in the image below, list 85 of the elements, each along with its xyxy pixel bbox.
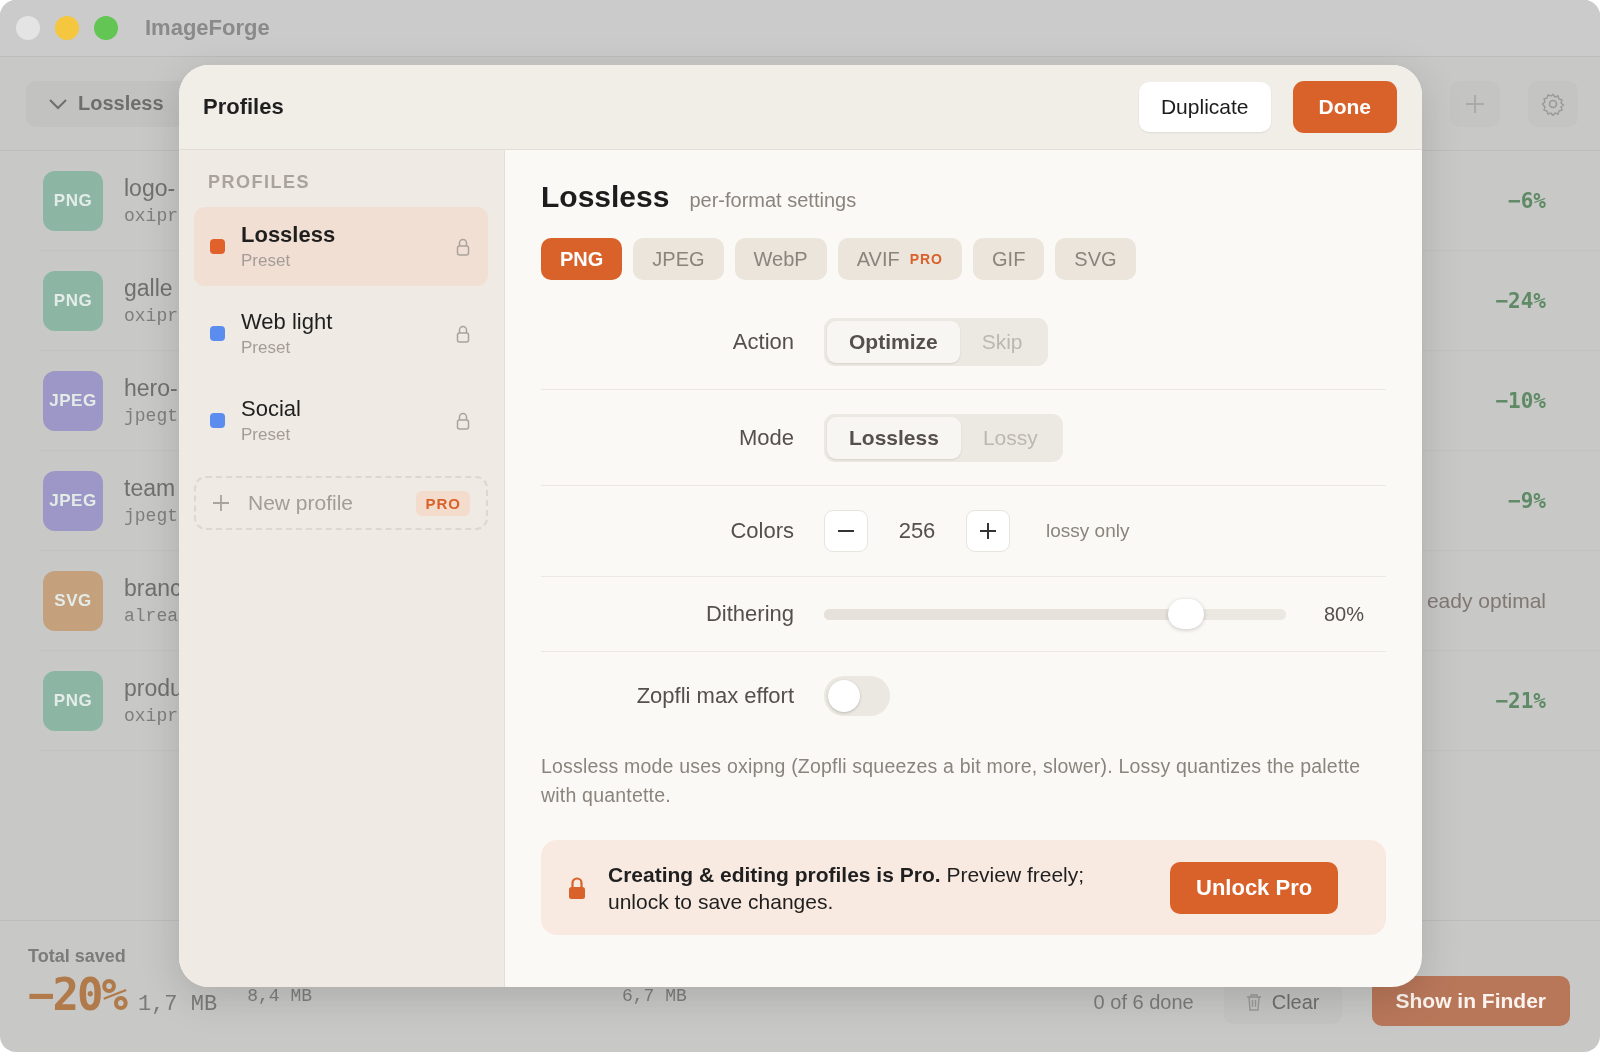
setting-label: Zopfli max effort xyxy=(635,683,795,709)
saved-size: 1,7 MB xyxy=(137,992,218,1017)
profile-item[interactable]: Lossless Preset xyxy=(194,207,488,286)
new-profile-button[interactable]: New profile PRO xyxy=(194,476,488,530)
format-tab[interactable]: SVG xyxy=(1055,238,1136,280)
total-percent: −20% xyxy=(28,969,126,1020)
slider-value: 80% xyxy=(1324,602,1365,626)
trash-icon xyxy=(1245,993,1262,1011)
lock-icon xyxy=(568,875,586,900)
dialog-title: Profiles xyxy=(203,94,284,120)
saving-percent: −9% xyxy=(1508,488,1546,513)
settings-button[interactable] xyxy=(1528,80,1578,127)
setting-label: Action xyxy=(731,328,795,355)
original-size: 8,4 MB xyxy=(247,986,312,1006)
description-text: Lossless mode uses oxipng (Zopfli squeezes a bit more, slower). Lossy quantizes the palette with quantette. xyxy=(541,754,1361,808)
saving-percent: −10% xyxy=(1495,388,1546,413)
file-name: logo- xyxy=(124,175,177,202)
new-profile-label: New profile xyxy=(248,491,354,515)
minus-icon xyxy=(838,530,854,532)
optimized-size: 6,7 MB xyxy=(622,986,687,1006)
setting-label: Dithering xyxy=(704,601,795,627)
duplicate-button[interactable]: Duplicate xyxy=(1138,82,1271,132)
file-name: branc xyxy=(124,575,182,602)
add-button[interactable] xyxy=(1450,80,1500,127)
format-tab[interactable]: WebP xyxy=(734,238,827,280)
format-badge: PNG xyxy=(43,670,103,731)
status-text: eady optimal xyxy=(1426,588,1546,613)
file-name: team xyxy=(124,475,177,502)
profile-item[interactable]: Web light Preset xyxy=(194,294,488,373)
plus-icon xyxy=(980,523,996,539)
saving-percent: −6% xyxy=(1508,188,1546,213)
profile-type: Preset xyxy=(241,425,292,445)
tool-name: alrea xyxy=(124,606,179,626)
file-name: galle xyxy=(124,275,174,302)
format-tab[interactable]: JPEG xyxy=(633,238,724,280)
profile-name: Lossless xyxy=(241,222,337,248)
format-badge: PNG xyxy=(43,270,103,331)
profile-title: Lossless xyxy=(541,180,670,214)
show-in-finder-button[interactable]: Show in Finder xyxy=(1371,976,1570,1026)
settings-icon xyxy=(1541,91,1565,116)
colors-value: 256 xyxy=(897,518,937,544)
pro-badge: PRO xyxy=(416,490,470,516)
done-button[interactable]: Done xyxy=(1292,81,1397,133)
profile-item[interactable]: Social Preset xyxy=(194,381,488,460)
slider-thumb[interactable] xyxy=(1167,599,1204,629)
toggle-switch[interactable] xyxy=(824,676,890,716)
minimize-button[interactable] xyxy=(55,16,79,40)
format-tab[interactable]: GIF xyxy=(973,238,1045,280)
profile-name: Social xyxy=(241,396,302,422)
profile-type: Preset xyxy=(241,251,292,271)
tool-name: oxipr xyxy=(124,206,178,226)
segment-option[interactable]: Lossless xyxy=(827,416,961,459)
increase-button[interactable] xyxy=(966,510,1010,552)
saving-percent: −21% xyxy=(1495,688,1546,713)
tool-name: jpegt xyxy=(124,506,178,526)
section-heading: PROFILES xyxy=(208,172,311,193)
format-tab[interactable]: AVIF PRO xyxy=(837,238,962,280)
plus-icon xyxy=(1465,93,1485,114)
plus-icon xyxy=(212,494,230,512)
pro-message: Creating & editing profiles is Pro. Preview freely; unlock to save changes. xyxy=(608,861,1086,915)
close-button[interactable] xyxy=(16,16,40,40)
progress-status: 0 of 6 done xyxy=(1093,991,1194,1014)
file-name: hero- xyxy=(124,375,178,402)
window-title: ImageForge xyxy=(145,15,270,41)
tool-name: jpegt xyxy=(124,406,178,426)
format-badge: JPEG xyxy=(43,370,103,431)
format-tab[interactable]: PNG xyxy=(541,238,623,280)
setting-label: Colors xyxy=(729,518,795,544)
decrease-button[interactable] xyxy=(824,510,868,552)
setting-label: Mode xyxy=(737,424,795,451)
profile-type: Preset xyxy=(241,338,292,358)
tool-name: oxipr xyxy=(124,306,178,326)
format-badge: SVG xyxy=(43,570,103,631)
profile-subtitle: per-format settings xyxy=(689,189,857,212)
tool-name: oxipr xyxy=(124,706,179,726)
hint-text: lossy only xyxy=(1046,520,1130,542)
saving-percent: −24% xyxy=(1495,288,1546,313)
segment-option[interactable]: Optimize xyxy=(827,320,960,363)
chevron-icon xyxy=(48,97,68,110)
zoom-button[interactable] xyxy=(94,16,118,40)
format-badge: JPEG xyxy=(43,470,103,531)
unlock-pro-button[interactable]: Unlock Pro xyxy=(1170,861,1339,914)
total-saved-label: Total saved xyxy=(28,946,127,967)
profile-name: Web light xyxy=(241,309,334,335)
format-badge: PNG xyxy=(43,170,103,231)
